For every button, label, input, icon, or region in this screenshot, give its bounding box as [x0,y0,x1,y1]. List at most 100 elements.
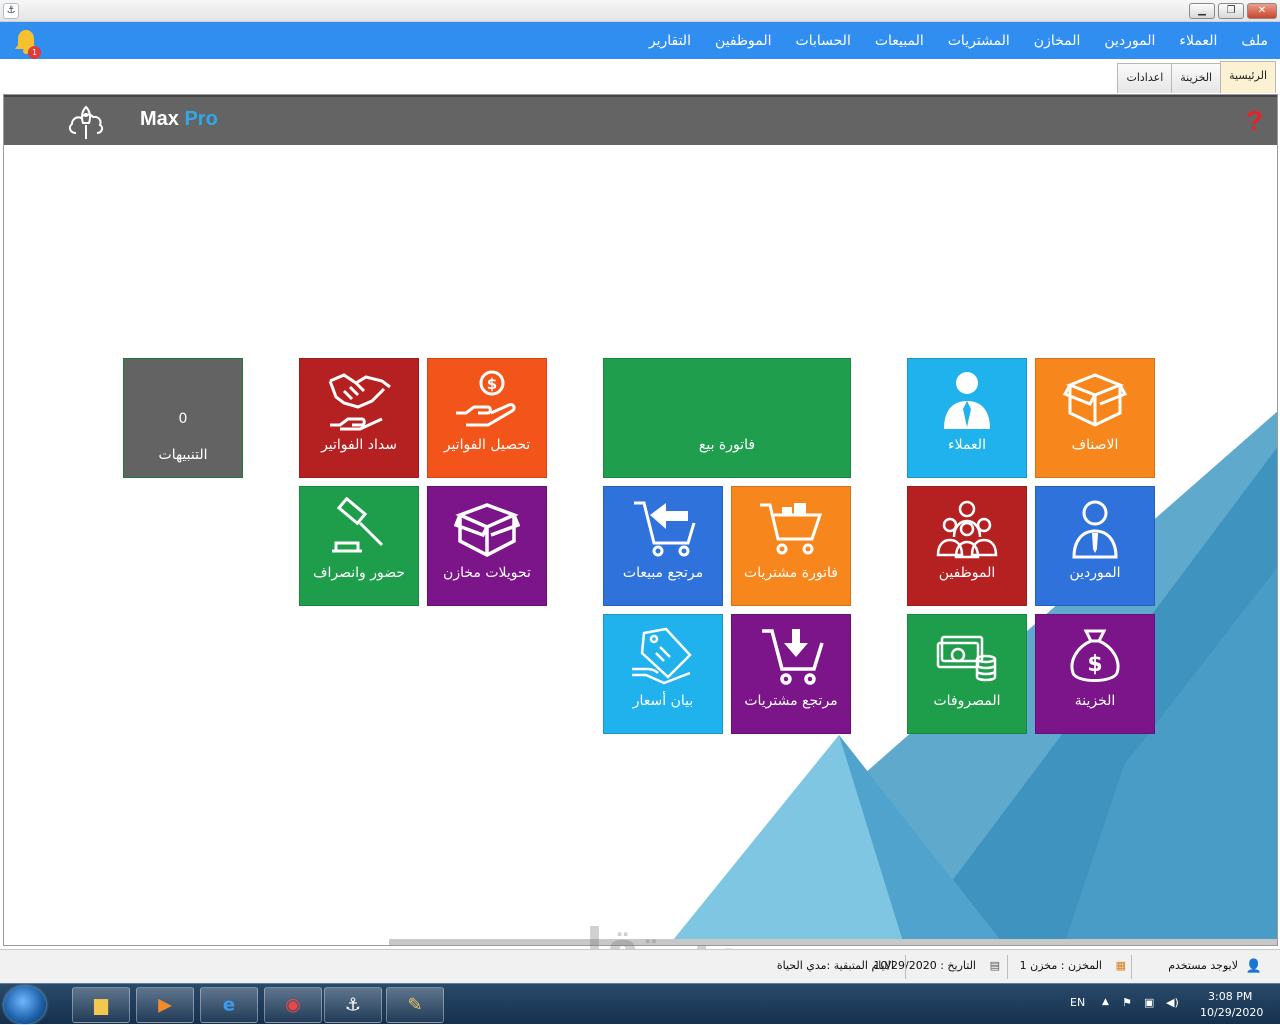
brand-title: Max Pro [140,108,218,131]
tile-collect-invoices[interactable]: $ تحصيل الفواتير [427,358,547,478]
menu-file[interactable]: ملف [1241,33,1268,49]
tile-label: فاتورة بيع [698,437,756,453]
tile-label: تحويلات مخازن [443,565,531,581]
status-bar: لايوجد مستخدم 👤 المخزن : مخزن 1 ▦ التاري… [0,949,1280,983]
tab-bar: اعدادات الخزينة الرئيسية [0,59,1280,95]
tile-treasury[interactable]: $ الخزينة [1035,614,1155,734]
tile-purchase-return[interactable]: مرتجع مشتريات [731,614,851,734]
store-icon: ▦ [1115,959,1126,972]
system-tray: EN ▲ ⚑ ▣ ◀) 3:08 PM 10/29/2020 [1040,984,1280,1025]
svg-text:$: $ [487,375,497,393]
tile-sales-return[interactable]: مرتجع مبيعات [603,486,723,606]
tile-sales-invoice[interactable]: فاتورة بيع [603,358,851,478]
money-bag-icon: $ [1070,629,1120,682]
menu-stores[interactable]: المخازن [1034,33,1081,49]
menu-employees[interactable]: الموظفين [715,33,772,49]
open-box-icon [454,503,520,557]
status-days-left: الايام المتبقية :مدي الحياة [776,959,894,972]
menu-accounts[interactable]: الحسابات [796,33,851,49]
paint-icon[interactable]: ✎ [386,987,444,1023]
tile-label: فاتورة مشتريات [744,565,838,581]
menu-sales[interactable]: المبيعات [875,33,924,49]
start-button[interactable] [4,986,46,1024]
tab-settings[interactable]: اعدادات [1117,63,1173,93]
tile-label: التنبيهات [158,447,208,463]
tile-expenses[interactable]: المصروفات [907,614,1027,734]
tray-expand-icon[interactable]: ▲ [1102,997,1109,1007]
tile-attendance[interactable]: حضور وانصراف [299,486,419,606]
restore-icon[interactable]: ❐ [1218,3,1244,19]
tile-pay-invoices[interactable]: سداد الفواتير [299,358,419,478]
menu-items: ملف العملاء الموردين المخازن المشتريات ا… [649,22,1268,59]
price-tag-icon [632,627,692,685]
tile-label: الخزينة [1074,693,1116,709]
main-frame: Max Pro ? الاصناف العملاء الموردين الموظ… [3,94,1278,946]
app-header: Max Pro ? [4,95,1277,145]
calendar-icon: ▤ [989,959,1000,972]
menu-suppliers[interactable]: الموردين [1104,33,1155,49]
tile-label: سداد الفواتير [321,437,397,453]
tile-items[interactable]: الاصناف [1035,358,1155,478]
app-logo-icon: ⚓ [3,3,19,19]
windows-taskbar: ▆ ▶ e ◉ ⚓ ✎ EN ▲ ⚑ ▣ ◀) 3:08 PM 10/29/20… [0,983,1280,1024]
clock-date[interactable]: 10/29/2020 [1200,1006,1263,1019]
tab-treasury[interactable]: الخزينة [1171,63,1222,93]
status-store: المخزن : مخزن 1 [1019,959,1102,972]
tile-label: الموردين [1069,565,1121,581]
menu-purchases[interactable]: المشتريات [948,33,1010,49]
language-indicator[interactable]: EN [1070,996,1085,1009]
tile-purchase-invoice[interactable]: فاتورة مشتريات [731,486,851,606]
help-icon[interactable]: ? [1246,105,1263,137]
volume-icon[interactable]: ◀) [1166,996,1179,1009]
window-titlebar: ⚓ ▁ ❐ ✕ [0,0,1280,22]
tile-label: الاصناف [1071,437,1119,453]
status-user: لايوجد مستخدم [1168,959,1238,972]
employees-icon [936,500,998,559]
gavel-icon [332,497,384,553]
cart-down-icon [762,629,824,685]
tile-label: تحصيل الفواتير [443,437,531,453]
brand-main: Max [140,108,179,130]
supplier-icon [1072,500,1118,559]
tile-label: حضور وانصراف [312,565,406,581]
network-icon[interactable]: ▣ [1144,996,1154,1009]
brand-accent: Pro [184,108,218,130]
media-player-icon[interactable]: ▶ [136,987,194,1023]
user-icon: 👤 [1245,959,1262,974]
chrome-icon[interactable]: ◉ [264,987,322,1023]
tile-label: الموظفين [938,565,996,581]
tile-store-transfers[interactable]: تحويلات مخازن [427,486,547,606]
cash-icon [936,635,997,682]
customer-icon [944,372,990,429]
main-menubar: 1 ملف العملاء الموردين المخازن المشتريات… [0,22,1280,59]
ie-icon[interactable]: e [200,987,258,1023]
tile-price-quote[interactable]: بيان أسعار [603,614,723,734]
clock-time[interactable]: 3:08 PM [1208,990,1252,1003]
flag-icon[interactable]: ⚑ [1122,996,1132,1009]
tile-label: العملاء [948,437,986,453]
alerts-count: 0 [178,411,188,427]
cart-icon [760,503,823,555]
close-icon[interactable]: ✕ [1247,3,1277,19]
tile-customers[interactable]: العملاء [907,358,1027,478]
maxpro-icon[interactable]: ⚓ [324,987,382,1023]
menu-customers[interactable]: العملاء [1179,33,1217,49]
tile-label: المصروفات [933,693,1001,709]
tile-label: بيان أسعار [632,693,694,709]
tab-home[interactable]: الرئيسية [1220,61,1276,93]
box-icon [1062,373,1128,427]
minimize-icon[interactable]: ▁ [1189,3,1215,19]
handshake-icon [328,373,391,431]
tile-alerts[interactable]: 0 التنبيهات [123,358,243,478]
rocket-cloud-icon [68,105,104,139]
tile-suppliers[interactable]: الموردين [1035,486,1155,606]
cart-return-icon [634,501,696,557]
tile-employees[interactable]: الموظفين [907,486,1027,606]
menu-reports[interactable]: التقارير [649,33,691,49]
tile-label: مرتجع مشتريات [744,693,838,709]
svg-text:$: $ [1087,652,1102,677]
notification-badge: 1 [28,46,41,59]
explorer-icon[interactable]: ▆ [72,987,130,1023]
tile-label: مرتجع مبيعات [622,565,704,581]
hand-coin-icon: $ [456,370,516,427]
